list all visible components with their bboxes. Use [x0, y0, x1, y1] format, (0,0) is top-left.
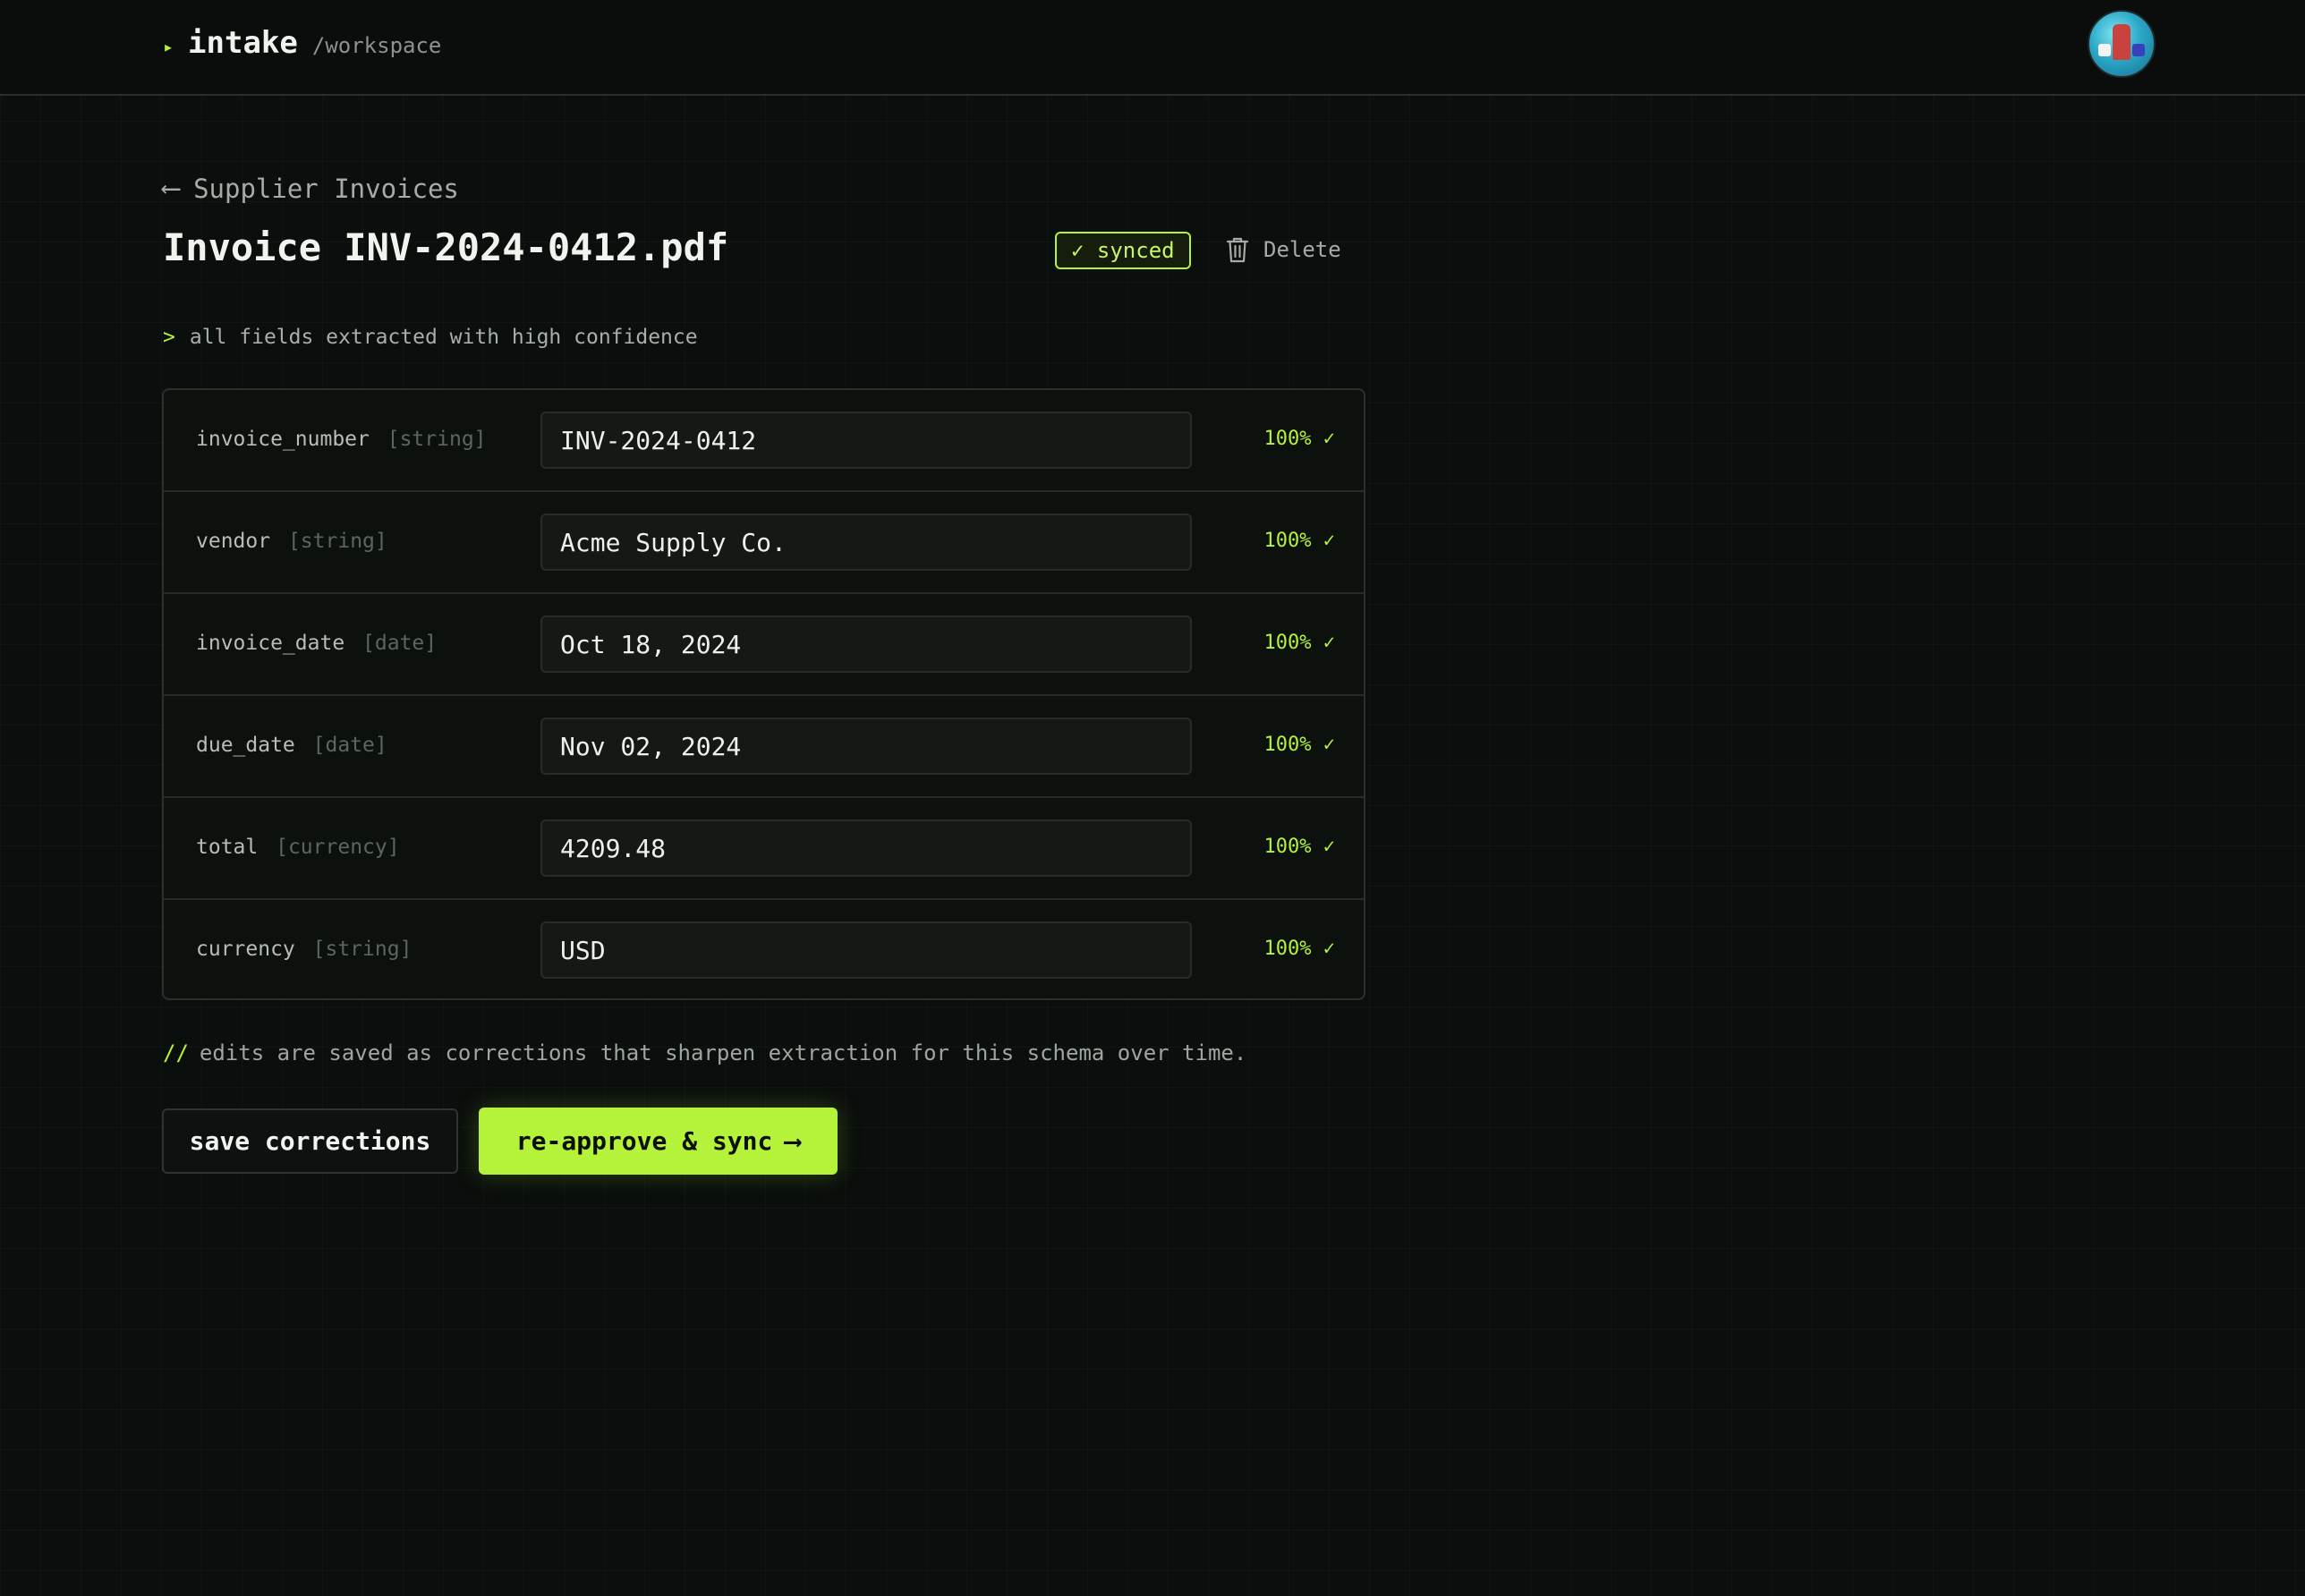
fields-table: invoice_number [string] INV-2024-0412 10… [162, 388, 1365, 1000]
confidence-score: 100% ✓ [1263, 836, 1335, 858]
field-value-input[interactable]: Acme Supply Co. [540, 514, 1192, 571]
field-row: invoice_number [string] INV-2024-0412 10… [164, 390, 1364, 492]
trash-icon [1226, 237, 1249, 263]
field-label: invoice_date [date] [196, 632, 437, 655]
re-approve-sync-button[interactable]: re-approve & sync ⟶ [479, 1108, 838, 1175]
field-value-input[interactable]: USD [540, 921, 1192, 979]
field-name: vendor [196, 530, 271, 553]
back-link[interactable]: ⟵ Supplier Invoices [163, 173, 459, 204]
comment-prefix: // [163, 1040, 189, 1065]
extraction-status-text: all fields extracted with high confidenc… [189, 326, 698, 349]
prompt-icon: > [163, 326, 175, 349]
field-label: total [currency] [196, 836, 400, 859]
field-row: vendor [string] Acme Supply Co. 100% ✓ [164, 492, 1364, 594]
field-row: due_date [date] Nov 02, 2024 100% ✓ [164, 696, 1364, 798]
corrections-note: // edits are saved as corrections that sh… [163, 1040, 1246, 1065]
page-title: Invoice INV-2024-0412.pdf [163, 225, 729, 269]
delete-label: Delete [1263, 237, 1341, 262]
field-name: total [196, 836, 259, 859]
avatar-detail [2098, 44, 2111, 56]
field-name: currency [196, 938, 295, 961]
confidence-score: 100% ✓ [1263, 632, 1335, 654]
back-arrow-icon: ⟵ [163, 173, 180, 204]
avatar-detail [2132, 44, 2145, 56]
field-type: [date] [312, 734, 387, 757]
field-label: invoice_number [string] [196, 428, 487, 451]
save-corrections-button[interactable]: save corrections [162, 1108, 458, 1174]
status-badge: ✓ synced [1055, 232, 1191, 269]
brand-path: /workspace [311, 33, 442, 58]
confidence-score: 100% ✓ [1263, 938, 1335, 960]
field-name: invoice_date [196, 632, 345, 655]
field-name: due_date [196, 734, 295, 757]
arrow-right-icon: ⟶ [785, 1126, 801, 1156]
field-type: [string] [287, 530, 387, 553]
field-row: invoice_date [date] Oct 18, 2024 100% ✓ [164, 594, 1364, 696]
field-row: currency [string] USD 100% ✓ [164, 900, 1364, 1002]
back-link-label: Supplier Invoices [193, 173, 459, 204]
brand-caret-icon: ▸ [163, 36, 174, 57]
confidence-score: 100% ✓ [1263, 530, 1335, 552]
delete-button[interactable]: Delete [1226, 236, 1341, 263]
field-value-input[interactable]: Oct 18, 2024 [540, 615, 1192, 673]
field-name: invoice_number [196, 428, 370, 451]
avatar-figure [2113, 24, 2131, 60]
field-row: total [currency] 4209.48 100% ✓ [164, 798, 1364, 900]
field-label: due_date [date] [196, 734, 387, 757]
field-value-input[interactable]: INV-2024-0412 [540, 412, 1192, 469]
re-approve-sync-label: re-approve & sync [515, 1126, 773, 1156]
field-label: currency [string] [196, 938, 412, 961]
brand-name: intake [188, 25, 298, 61]
field-type: [currency] [276, 836, 400, 859]
confidence-score: 100% ✓ [1263, 734, 1335, 756]
user-avatar-icon[interactable] [2088, 10, 2156, 78]
field-type: [string] [312, 938, 413, 961]
field-value-input[interactable]: 4209.48 [540, 819, 1192, 877]
field-label: vendor [string] [196, 530, 387, 553]
field-type: [date] [362, 632, 438, 655]
field-value-input[interactable]: Nov 02, 2024 [540, 717, 1192, 775]
top-bar: ▸ intake /workspace [0, 0, 2305, 96]
extraction-status: > all fields extracted with high confiden… [163, 326, 698, 349]
corrections-note-text: edits are saved as corrections that shar… [199, 1040, 1247, 1065]
field-type: [string] [387, 428, 487, 451]
brand[interactable]: ▸ intake /workspace [163, 25, 441, 64]
confidence-score: 100% ✓ [1263, 428, 1335, 450]
